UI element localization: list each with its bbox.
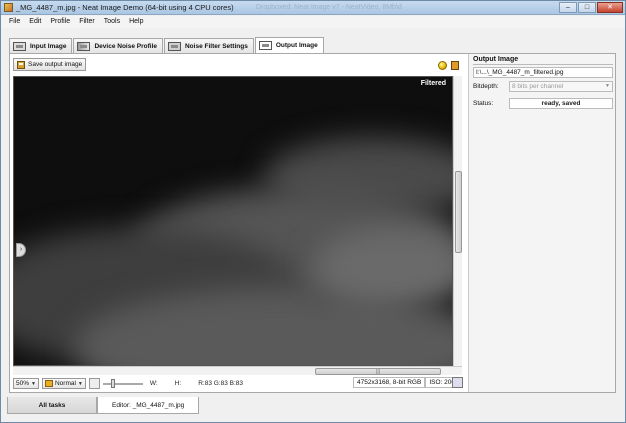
menu-help[interactable]: Help: [125, 16, 148, 28]
slider-track: [102, 383, 143, 385]
save-button-label: Save output image: [28, 61, 83, 68]
background-window-title: Dropboxed: Neat Image v7 - NeatVideo, 8M…: [256, 4, 402, 11]
panel-divider: [473, 64, 613, 65]
image-viewer[interactable]: Filtered ›: [13, 76, 453, 366]
compare-toggle-button[interactable]: [88, 378, 100, 389]
panel-title: Output Image: [473, 56, 519, 63]
zoom-select[interactable]: 50% ▼: [13, 378, 39, 389]
window-controls: – □ ✕: [559, 2, 623, 13]
blend-mode-select[interactable]: Normal ▼: [41, 378, 86, 389]
scroll-grip: |||: [376, 369, 380, 375]
menu-bar: File Edit Profile Filter Tools Help: [1, 16, 625, 28]
filter-settings-icon: [167, 41, 181, 51]
menu-file[interactable]: File: [5, 16, 25, 28]
info-icon[interactable]: [452, 377, 463, 388]
image-dimensions: 4752x3168, 8-bit RGB: [353, 377, 426, 388]
rgb-readout: R:83 G:83 B:83: [198, 380, 244, 387]
tab-label: Output Image: [275, 42, 318, 49]
tab-all-tasks[interactable]: All tasks: [7, 397, 97, 414]
tab-label: Device Noise Profile: [94, 42, 157, 50]
filtered-overlay-label: Filtered: [420, 80, 446, 87]
width-label: W:: [149, 380, 158, 387]
opacity-slider[interactable]: [102, 378, 143, 389]
output-path-field[interactable]: I:\...\_MG_4487_m_filtered.jpg: [473, 67, 613, 78]
noise-profile-icon: [77, 41, 91, 51]
menu-profile[interactable]: Profile: [46, 16, 75, 28]
minimize-button[interactable]: –: [559, 2, 577, 13]
main-tabs: Input Image Device Noise Profile Noise F…: [9, 37, 325, 53]
menu-edit[interactable]: Edit: [25, 16, 46, 28]
window-title: _MG_4487_m.jpg - Neat Image Demo (64-bit…: [16, 3, 234, 12]
viewer-status-bar: 50% ▼ Normal ▼ W: H: R:83 G:83 B:83 4752…: [13, 377, 465, 390]
tab-label: Noise Filter Settings: [184, 42, 248, 50]
title-bar[interactable]: _MG_4487_m.jpg - Neat Image Demo (64-bit…: [1, 1, 625, 15]
blend-mode-value: Normal: [54, 380, 76, 387]
tab-output-image[interactable]: Output Image: [254, 37, 324, 53]
slider-thumb[interactable]: [110, 379, 115, 388]
bitdepth-value: 8 bits per channel: [512, 83, 564, 90]
output-image-icon: [258, 41, 272, 50]
status-label: Status:: [473, 100, 494, 107]
blend-mode-icon: [44, 380, 53, 387]
lock-icon[interactable]: [451, 61, 459, 70]
menu-tools[interactable]: Tools: [100, 16, 125, 28]
vertical-scroll-thumb[interactable]: [455, 171, 462, 253]
status-indicator-icon: [438, 61, 447, 70]
menu-filter[interactable]: Filter: [75, 16, 100, 28]
zoom-value: 50%: [16, 380, 30, 387]
input-image-icon: [13, 41, 26, 51]
tab-input-image[interactable]: Input Image: [9, 38, 73, 53]
height-label: H:: [174, 380, 182, 387]
tab-noise-filter-settings[interactable]: Noise Filter Settings: [163, 38, 254, 53]
output-toolbar: Save output image: [13, 58, 87, 72]
chevron-down-icon: ▼: [77, 380, 83, 387]
horizontal-scroll-thumb[interactable]: |||: [315, 368, 441, 375]
vertical-scrollbar[interactable]: [453, 76, 462, 366]
save-output-image-button[interactable]: Save output image: [13, 58, 87, 71]
status-field: ready, saved: [509, 98, 613, 109]
save-icon: [17, 60, 25, 69]
close-button[interactable]: ✕: [597, 2, 623, 13]
image-info-box: 4752x3168, 8-bit RGB ISO: 200: [353, 377, 459, 388]
tab-editor[interactable]: Editor: _MG_4487_m.jpg: [97, 397, 200, 414]
horizontal-scrollbar[interactable]: |||: [13, 366, 462, 375]
bitdepth-select[interactable]: 8 bits per channel ▼: [509, 81, 613, 92]
chevron-down-icon: ▼: [605, 83, 610, 89]
maximize-button[interactable]: □: [578, 2, 596, 13]
output-image-panel: Output Image I:\...\_MG_4487_m_filtered.…: [468, 54, 615, 392]
app-icon: [4, 3, 13, 12]
bitdepth-label: Bitdepth:: [473, 83, 499, 90]
app-window: _MG_4487_m.jpg - Neat Image Demo (64-bit…: [0, 0, 626, 423]
chevron-down-icon: ▼: [31, 380, 36, 387]
bottom-tabs: All tasks Editor: _MG_4487_m.jpg: [7, 397, 200, 415]
tab-label: Input Image: [30, 42, 67, 50]
tab-device-noise-profile[interactable]: Device Noise Profile: [73, 38, 163, 53]
output-image-page: Save output image Filtered › ||| 50% ▼ N…: [9, 53, 616, 393]
